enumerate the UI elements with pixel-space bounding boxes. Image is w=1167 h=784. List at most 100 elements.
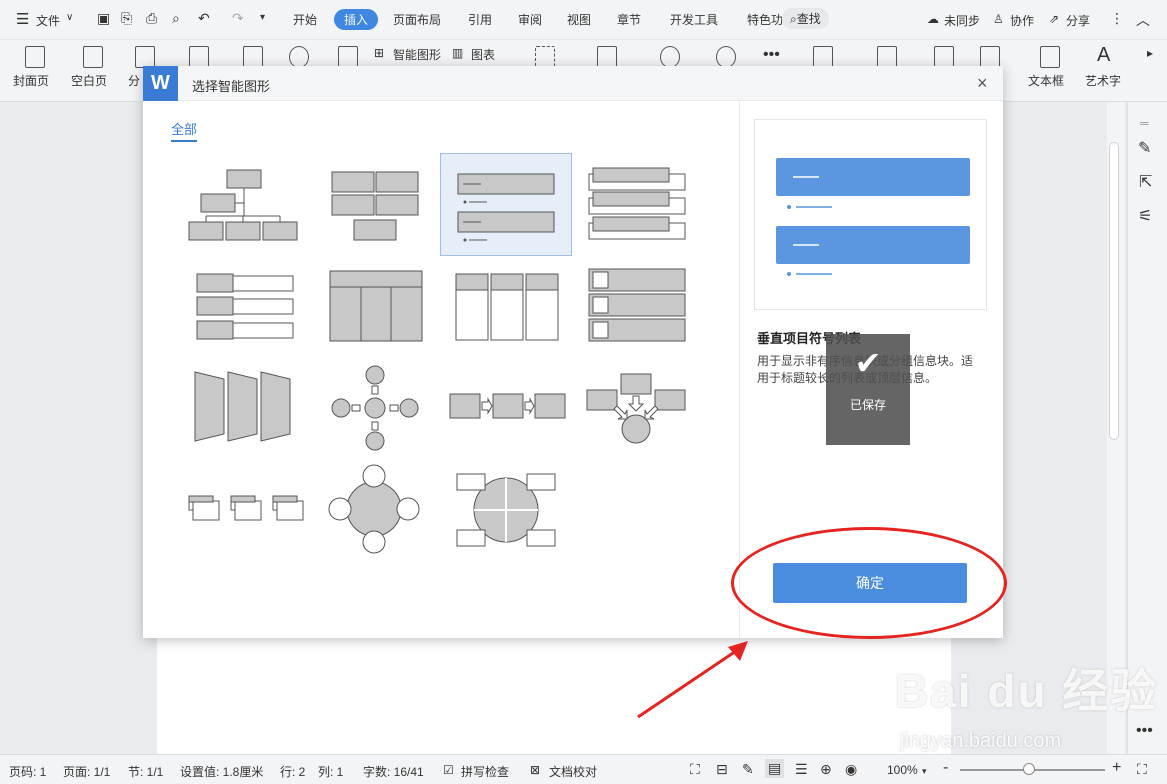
mindmap-icon[interactable]: [660, 46, 680, 68]
panel-more-icon[interactable]: •••: [1136, 722, 1153, 740]
picture-icon[interactable]: [243, 46, 263, 68]
smartart-thumb-step-process[interactable]: [179, 464, 311, 567]
table-icon[interactable]: [189, 46, 209, 68]
wordart-button[interactable]: 艺术字: [1085, 72, 1121, 89]
chevron-down-icon[interactable]: ∨: [66, 12, 73, 23]
search-box[interactable]: ⌕查找: [782, 8, 829, 29]
smartart-thumb-trapezoid-list[interactable]: [179, 364, 311, 467]
smartart-thumb-radial-cross[interactable]: [324, 364, 456, 467]
export-icon[interactable]: ⎘: [121, 10, 132, 27]
page-break-button[interactable]: 分: [128, 72, 140, 89]
redo-icon[interactable]: ↷: [232, 10, 244, 27]
preview-icon[interactable]: ⌕: [172, 10, 180, 27]
tab-insert[interactable]: 插入: [334, 9, 379, 30]
smartart-thumb-grouped-blocks[interactable]: [324, 154, 456, 257]
annotation-ellipse: [731, 527, 1007, 639]
more-shapes-icon[interactable]: [716, 46, 736, 68]
smartart-button[interactable]: 智能图形: [393, 46, 441, 63]
blank-page-icon[interactable]: [83, 46, 103, 68]
flowchart-icon[interactable]: [597, 46, 617, 68]
tab-review[interactable]: 审阅: [518, 11, 542, 28]
share-button[interactable]: 分享: [1066, 12, 1090, 29]
status-setting[interactable]: 设置值: 1.8厘米: [180, 763, 263, 780]
status-row: 行: 2: [280, 765, 306, 779]
tab-view[interactable]: 视图: [567, 11, 591, 28]
undo-icon[interactable]: ↶: [198, 10, 210, 27]
status-section[interactable]: 节: 1/1: [128, 763, 163, 780]
pen-icon[interactable]: ✎: [1138, 138, 1151, 158]
smartart-thumb-process[interactable]: [440, 364, 572, 467]
grouped-blocks-graphic: [331, 171, 419, 241]
saved-label: 已保存: [849, 398, 886, 412]
converging-graphic: [586, 373, 686, 444]
settings-sliders-icon[interactable]: ⚟: [1138, 206, 1152, 226]
smartart-icon[interactable]: ⊞: [374, 46, 384, 60]
print-icon[interactable]: ⎙: [146, 10, 157, 27]
page-view-icon[interactable]: ▤: [765, 759, 785, 778]
more-icon[interactable]: ⋮: [1110, 10, 1124, 27]
zoom-slider-handle[interactable]: [1023, 763, 1035, 775]
collapse-ribbon-icon[interactable]: ︿: [1136, 10, 1150, 30]
outline-view-icon[interactable]: ☰: [795, 761, 808, 778]
smartart-thumb-radial-cycle[interactable]: [324, 464, 456, 567]
blank-page-button[interactable]: 空白页: [71, 72, 107, 89]
status-wordcount[interactable]: 字数: 16/41: [363, 763, 424, 780]
scroll-thumb[interactable]: [1109, 142, 1119, 440]
smartart-thumb-bulleted-blocks[interactable]: [179, 262, 311, 365]
cover-page-button[interactable]: 封面页: [13, 72, 49, 89]
ellipsis-icon[interactable]: •••: [763, 46, 780, 64]
spellcheck-button[interactable]: 拼写检查: [461, 763, 509, 780]
ribbon-scroll-icon[interactable]: ▸: [1147, 46, 1153, 60]
zoom-level[interactable]: 100%: [887, 763, 918, 777]
cover-page-icon[interactable]: [25, 46, 45, 68]
shape-icon[interactable]: [289, 46, 309, 68]
edit-mode-icon[interactable]: ✎: [742, 761, 754, 778]
comment-icon[interactable]: [813, 46, 833, 68]
sync-status[interactable]: 未同步: [944, 12, 980, 29]
reading-mode-icon[interactable]: ⊟: [716, 761, 728, 778]
screenshot-icon[interactable]: [535, 46, 555, 68]
chart-icon[interactable]: ▥: [452, 46, 463, 60]
tab-all[interactable]: 全部: [171, 119, 198, 142]
zoom-in-button[interactable]: +: [1112, 759, 1121, 777]
cursor-icon[interactable]: ⇱: [1139, 172, 1152, 192]
search-label: 查找: [796, 12, 821, 26]
icons-library-icon[interactable]: [338, 46, 358, 68]
proofread-button[interactable]: 文档校对: [549, 763, 597, 780]
eye-care-icon[interactable]: ◉: [845, 761, 857, 778]
collab-button[interactable]: 协作: [1010, 12, 1034, 29]
fullscreen-icon[interactable]: ⛶: [690, 761, 700, 778]
smartart-thumb-matrix-cycle[interactable]: [440, 464, 572, 567]
smartart-thumb-converging[interactable]: [581, 364, 713, 467]
tab-chapter[interactable]: 章节: [617, 11, 641, 28]
smartart-thumb-org-chart[interactable]: [179, 154, 311, 257]
smartart-thumb-column-list[interactable]: [440, 262, 572, 365]
smartart-thumb-table-hierarchy[interactable]: [324, 262, 456, 365]
save-icon[interactable]: ▣: [97, 10, 110, 27]
chart-button[interactable]: 图表: [471, 46, 495, 63]
web-view-icon[interactable]: ⊕: [820, 761, 832, 778]
page-number-icon[interactable]: [934, 46, 954, 68]
quick-access-chevron-icon[interactable]: ▾: [260, 12, 265, 23]
smartart-thumb-picture-list[interactable]: [581, 262, 713, 365]
tab-developer[interactable]: 开发工具: [670, 11, 718, 28]
smartart-thumb-stacked-list[interactable]: [581, 154, 713, 257]
zoom-dropdown-icon[interactable]: ▾: [922, 766, 927, 777]
watermark-icon[interactable]: [980, 46, 1000, 68]
file-menu[interactable]: 文件: [36, 12, 60, 29]
tab-references[interactable]: 引用: [468, 11, 492, 28]
status-pages[interactable]: 页面: 1/1: [63, 763, 110, 780]
smartart-thumb-vertical-bullet-list[interactable]: [440, 153, 572, 256]
tab-home[interactable]: 开始: [293, 11, 317, 28]
status-page-code[interactable]: 页码: 1: [9, 763, 46, 780]
menu-icon[interactable]: ☰: [16, 10, 29, 28]
textbox-icon[interactable]: [1040, 46, 1060, 68]
zoom-out-button[interactable]: -: [943, 759, 948, 777]
close-button[interactable]: ×: [977, 73, 988, 94]
header-footer-icon[interactable]: [877, 46, 897, 68]
textbox-button[interactable]: 文本框: [1028, 72, 1064, 89]
fit-page-icon[interactable]: ⛶: [1137, 761, 1147, 778]
tab-page-layout[interactable]: 页面布局: [393, 11, 441, 28]
page-break-icon[interactable]: [135, 46, 155, 68]
wordart-icon[interactable]: A: [1097, 44, 1110, 67]
